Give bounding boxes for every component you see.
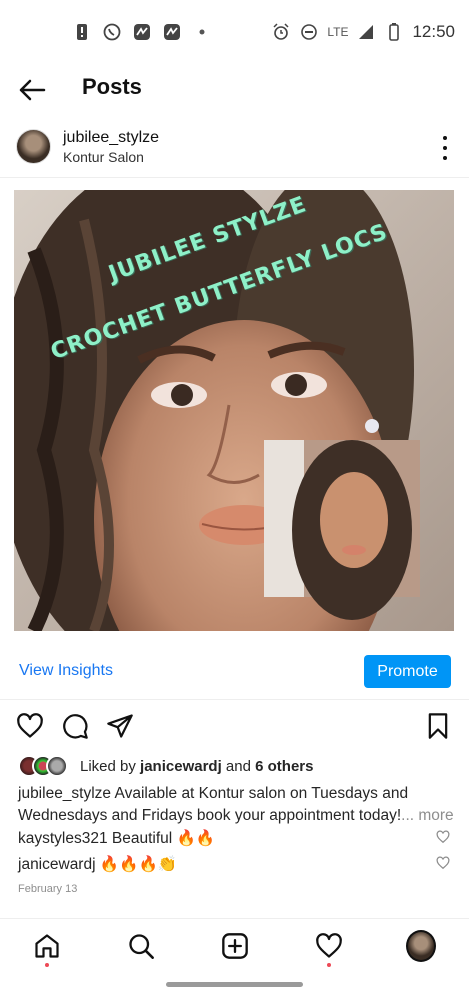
avatar: [46, 755, 68, 777]
nav-home[interactable]: [32, 931, 62, 961]
clock: 12:50: [412, 22, 455, 41]
more-options-button[interactable]: [439, 136, 451, 160]
home-indicator[interactable]: [166, 982, 303, 987]
page-title: Posts: [82, 74, 142, 99]
caption-more-link[interactable]: ... more: [401, 807, 454, 824]
avatar: [406, 930, 436, 962]
comment-like-button[interactable]: [436, 830, 450, 844]
promote-button[interactable]: Promote: [364, 655, 451, 688]
send-icon: [107, 714, 133, 738]
more-vertical-icon: [443, 136, 447, 140]
bookmark-icon: [428, 713, 448, 739]
home-icon: [35, 934, 59, 958]
post-image[interactable]: JUBILEE STYLZE CROCHET BUTTERFLY LOCS: [14, 190, 454, 631]
post-header: jubilee_stylze Kontur Salon: [0, 120, 469, 178]
notification-dot: [45, 963, 49, 967]
bottom-nav: [0, 918, 469, 974]
alert-icon: [72, 22, 92, 42]
comment-text: 🔥🔥🔥👏: [95, 856, 178, 873]
liker-avatars: [18, 755, 74, 777]
status-bar: LTE 12:50: [0, 0, 469, 64]
avatar[interactable]: [16, 129, 51, 164]
top-bar: Posts: [0, 64, 469, 116]
heart-icon: [436, 830, 450, 844]
comment-username[interactable]: kaystyles321: [18, 830, 108, 847]
battery-icon: [384, 22, 404, 42]
insights-row: View Insights Promote: [0, 654, 469, 700]
heart-icon: [17, 713, 43, 738]
likes-text: Liked by janicewardj and 6 others: [80, 757, 314, 775]
arrow-left-icon: [19, 79, 46, 101]
notification-dot: [327, 963, 331, 967]
nav-activity[interactable]: [314, 931, 344, 961]
comment-icon: [63, 714, 88, 739]
share-button[interactable]: [106, 712, 136, 742]
caption-username[interactable]: jubilee_stylze: [18, 785, 111, 802]
nav-profile[interactable]: [406, 930, 436, 962]
post-caption: jubilee_stylze Available at Kontur salon…: [18, 783, 458, 827]
create-icon: [222, 933, 248, 959]
dnd-icon: [299, 22, 319, 42]
network-type: LTE: [327, 25, 349, 39]
nav-search[interactable]: [126, 931, 156, 961]
post-actions: [0, 710, 469, 744]
like-button[interactable]: [16, 712, 46, 742]
comment: janicewardj 🔥🔥🔥👏: [18, 855, 177, 874]
alarm-icon: [271, 22, 291, 42]
comment-like-button[interactable]: [436, 856, 450, 870]
heart-icon: [316, 933, 342, 958]
heart-icon: [436, 856, 450, 870]
dot-icon: [192, 22, 212, 42]
signal-icon: [356, 22, 376, 42]
likes-row[interactable]: Liked by janicewardj and 6 others: [18, 754, 313, 778]
comment: kaystyles321 Beautiful 🔥🔥: [18, 829, 215, 848]
likes-others[interactable]: 6 others: [255, 758, 313, 775]
post-username[interactable]: jubilee_stylze: [63, 129, 159, 147]
nav-create[interactable]: [220, 931, 250, 961]
save-button[interactable]: [424, 712, 454, 742]
liker-username[interactable]: janicewardj: [140, 758, 222, 775]
post-location[interactable]: Kontur Salon: [63, 149, 144, 165]
comment-username[interactable]: janicewardj: [18, 856, 96, 873]
back-button[interactable]: [18, 76, 46, 104]
view-insights-link[interactable]: View Insights: [19, 662, 113, 680]
post-date: February 13: [18, 883, 78, 895]
app-notification-icon: [162, 22, 182, 42]
whatsapp-icon: [102, 22, 122, 42]
post-photo: [14, 190, 454, 631]
search-icon: [129, 934, 154, 959]
comment-text: Beautiful 🔥🔥: [107, 830, 216, 847]
app-notification-icon: [132, 22, 152, 42]
comment-button[interactable]: [61, 712, 91, 742]
